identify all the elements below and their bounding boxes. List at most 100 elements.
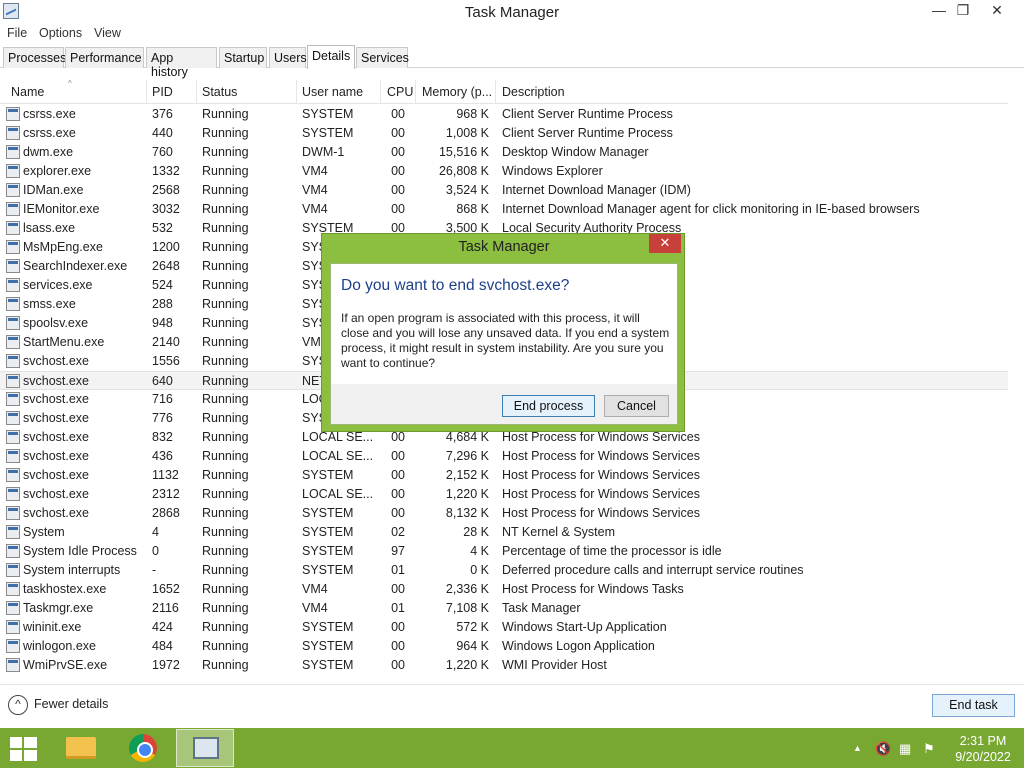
cell-desc: Desktop Window Manager: [502, 145, 649, 159]
cell-name: csrss.exe: [23, 126, 76, 140]
column-divider[interactable]: [196, 80, 197, 104]
cell-cpu: 00: [391, 107, 405, 121]
cell-mem: 1,220 K: [445, 487, 489, 501]
column-divider[interactable]: [146, 80, 147, 104]
tab-startup[interactable]: Startup: [219, 47, 267, 68]
process-icon: [6, 563, 20, 577]
table-row[interactable]: csrss.exe 440 Running SYSTEM 00 1,008 K Client…: [0, 124, 1008, 143]
cell-pid: 832: [152, 430, 173, 444]
table-row[interactable]: explorer.exe 1332 Running VM4 00 26,808 K Wind…: [0, 162, 1008, 181]
menu-options[interactable]: Options: [39, 26, 82, 40]
cell-cpu: 00: [391, 183, 405, 197]
menu-view[interactable]: View: [94, 26, 121, 40]
end-process-button[interactable]: End process: [502, 395, 595, 417]
table-row[interactable]: System 4 Running SYSTEM 02 28 K NT Kernel & Sy…: [0, 523, 1008, 542]
volume-muted-icon[interactable]: 🔇: [875, 741, 891, 757]
taskbar-task-manager[interactable]: [176, 729, 234, 767]
cell-mem: 868 K: [456, 202, 489, 216]
cell-user: LOCAL SE...: [302, 430, 374, 444]
table-row[interactable]: dwm.exe 760 Running DWM-1 00 15,516 K Desktop …: [0, 143, 1008, 162]
process-icon: [6, 487, 20, 501]
table-row[interactable]: svchost.exe 1132 Running SYSTEM 00 2,152 K Hos…: [0, 466, 1008, 485]
cell-name: WmiPrvSE.exe: [23, 658, 108, 672]
cell-name: System: [23, 525, 65, 539]
fewer-details-chevron-icon[interactable]: ^: [8, 695, 28, 715]
cell-pid: -: [152, 563, 157, 577]
tab-app-history[interactable]: App history: [146, 47, 217, 79]
taskbar-file-explorer[interactable]: [52, 729, 110, 767]
table-row[interactable]: svchost.exe 2868 Running SYSTEM 00 8,132 K Hos…: [0, 504, 1008, 523]
table-row[interactable]: winlogon.exe 484 Running SYSTEM 00 964 K Windo…: [0, 637, 1008, 656]
column-memory[interactable]: Memory (p...: [422, 85, 492, 99]
table-row[interactable]: csrss.exe 376 Running SYSTEM 00 968 K Client S…: [0, 105, 1008, 124]
column-divider[interactable]: [495, 80, 496, 104]
column-user-name[interactable]: User name: [302, 85, 363, 99]
system-clock[interactable]: 2:31 PM 9/20/2022: [948, 733, 1018, 765]
tab-performance[interactable]: Performance: [65, 47, 144, 68]
cell-user: VM4: [302, 202, 328, 216]
dialog-heading: Do you want to end svchost.exe?: [341, 277, 570, 294]
cell-pid: 2140: [152, 335, 180, 349]
tab-users[interactable]: Users: [269, 47, 307, 68]
tab-services[interactable]: Services: [356, 47, 409, 68]
cell-user: SYSTEM: [302, 468, 354, 482]
cell-status: Running: [202, 335, 249, 349]
table-row[interactable]: taskhostex.exe 1652 Running VM4 00 2,336 K Hos…: [0, 580, 1008, 599]
cell-mem: 1,220 K: [445, 658, 489, 672]
table-row[interactable]: wininit.exe 424 Running SYSTEM 00 572 K Window…: [0, 618, 1008, 637]
taskbar-chrome[interactable]: [114, 729, 172, 767]
vertical-scrollbar[interactable]: [1008, 80, 1024, 676]
cell-cpu: 00: [391, 506, 405, 520]
cell-mem: 26,808 K: [438, 164, 489, 178]
process-icon: [6, 658, 20, 672]
cell-user: SYSTEM: [302, 544, 354, 558]
table-row[interactable]: svchost.exe 436 Running LOCAL SE... 00 7,296 …: [0, 447, 1008, 466]
table-row[interactable]: System Idle Process 0 Running SYSTEM 97 4 K Pe…: [0, 542, 1008, 561]
cell-name: svchost.exe: [23, 354, 90, 368]
cell-pid: 484: [152, 639, 173, 653]
column-name[interactable]: Name: [11, 85, 44, 99]
cell-cpu: 00: [391, 145, 405, 159]
cell-mem: 964 K: [456, 639, 489, 653]
table-row[interactable]: svchost.exe 2312 Running LOCAL SE... 00 1,220…: [0, 485, 1008, 504]
process-icon: [6, 620, 20, 634]
dialog-close-button[interactable]: ✕: [649, 234, 681, 253]
network-icon[interactable]: ▦: [899, 741, 911, 757]
end-task-button[interactable]: End task: [932, 694, 1015, 717]
cell-status: Running: [202, 525, 249, 539]
start-windows-icon[interactable]: [10, 737, 38, 761]
table-row[interactable]: System interrupts - Running SYSTEM 01 0 K Defe…: [0, 561, 1008, 580]
column-divider[interactable]: [296, 80, 297, 104]
column-description[interactable]: Description: [502, 85, 565, 99]
menu-file[interactable]: File: [7, 26, 27, 40]
cell-name: csrss.exe: [23, 107, 76, 121]
column-divider[interactable]: [415, 80, 416, 104]
cell-desc: Task Manager: [502, 601, 581, 615]
cell-status: Running: [202, 487, 249, 501]
cell-name: Taskmgr.exe: [23, 601, 94, 615]
table-row[interactable]: WmiPrvSE.exe 1972 Running SYSTEM 00 1,220 K WM…: [0, 656, 1008, 675]
column-divider[interactable]: [380, 80, 381, 104]
table-row[interactable]: IEMonitor.exe 3032 Running VM4 00 868 K Intern…: [0, 200, 1008, 219]
column-cpu[interactable]: CPU: [387, 85, 413, 99]
cell-mem: 8,132 K: [445, 506, 489, 520]
fewer-details-link[interactable]: Fewer details: [34, 697, 108, 711]
cell-user: LOCAL SE...: [302, 449, 374, 463]
table-row[interactable]: IDMan.exe 2568 Running VM4 00 3,524 K Internet…: [0, 181, 1008, 200]
close-button[interactable]: ✕: [974, 0, 1020, 22]
action-center-icon[interactable]: ⚑: [923, 741, 935, 757]
column-pid[interactable]: PID: [152, 85, 173, 99]
cell-mem: 572 K: [456, 620, 489, 634]
cell-pid: 2312: [152, 487, 180, 501]
tab-processes[interactable]: Processes: [3, 47, 66, 68]
tray-overflow-icon[interactable]: ▲: [853, 743, 862, 753]
cell-user: SYSTEM: [302, 107, 354, 121]
cell-pid: 376: [152, 107, 173, 121]
cell-status: Running: [202, 183, 249, 197]
cell-pid: 640: [152, 374, 173, 388]
tab-details[interactable]: Details: [307, 45, 355, 69]
cancel-button[interactable]: Cancel: [604, 395, 669, 417]
cell-status: Running: [202, 145, 249, 159]
column-status[interactable]: Status: [202, 85, 237, 99]
table-row[interactable]: Taskmgr.exe 2116 Running VM4 01 7,108 K Task M…: [0, 599, 1008, 618]
